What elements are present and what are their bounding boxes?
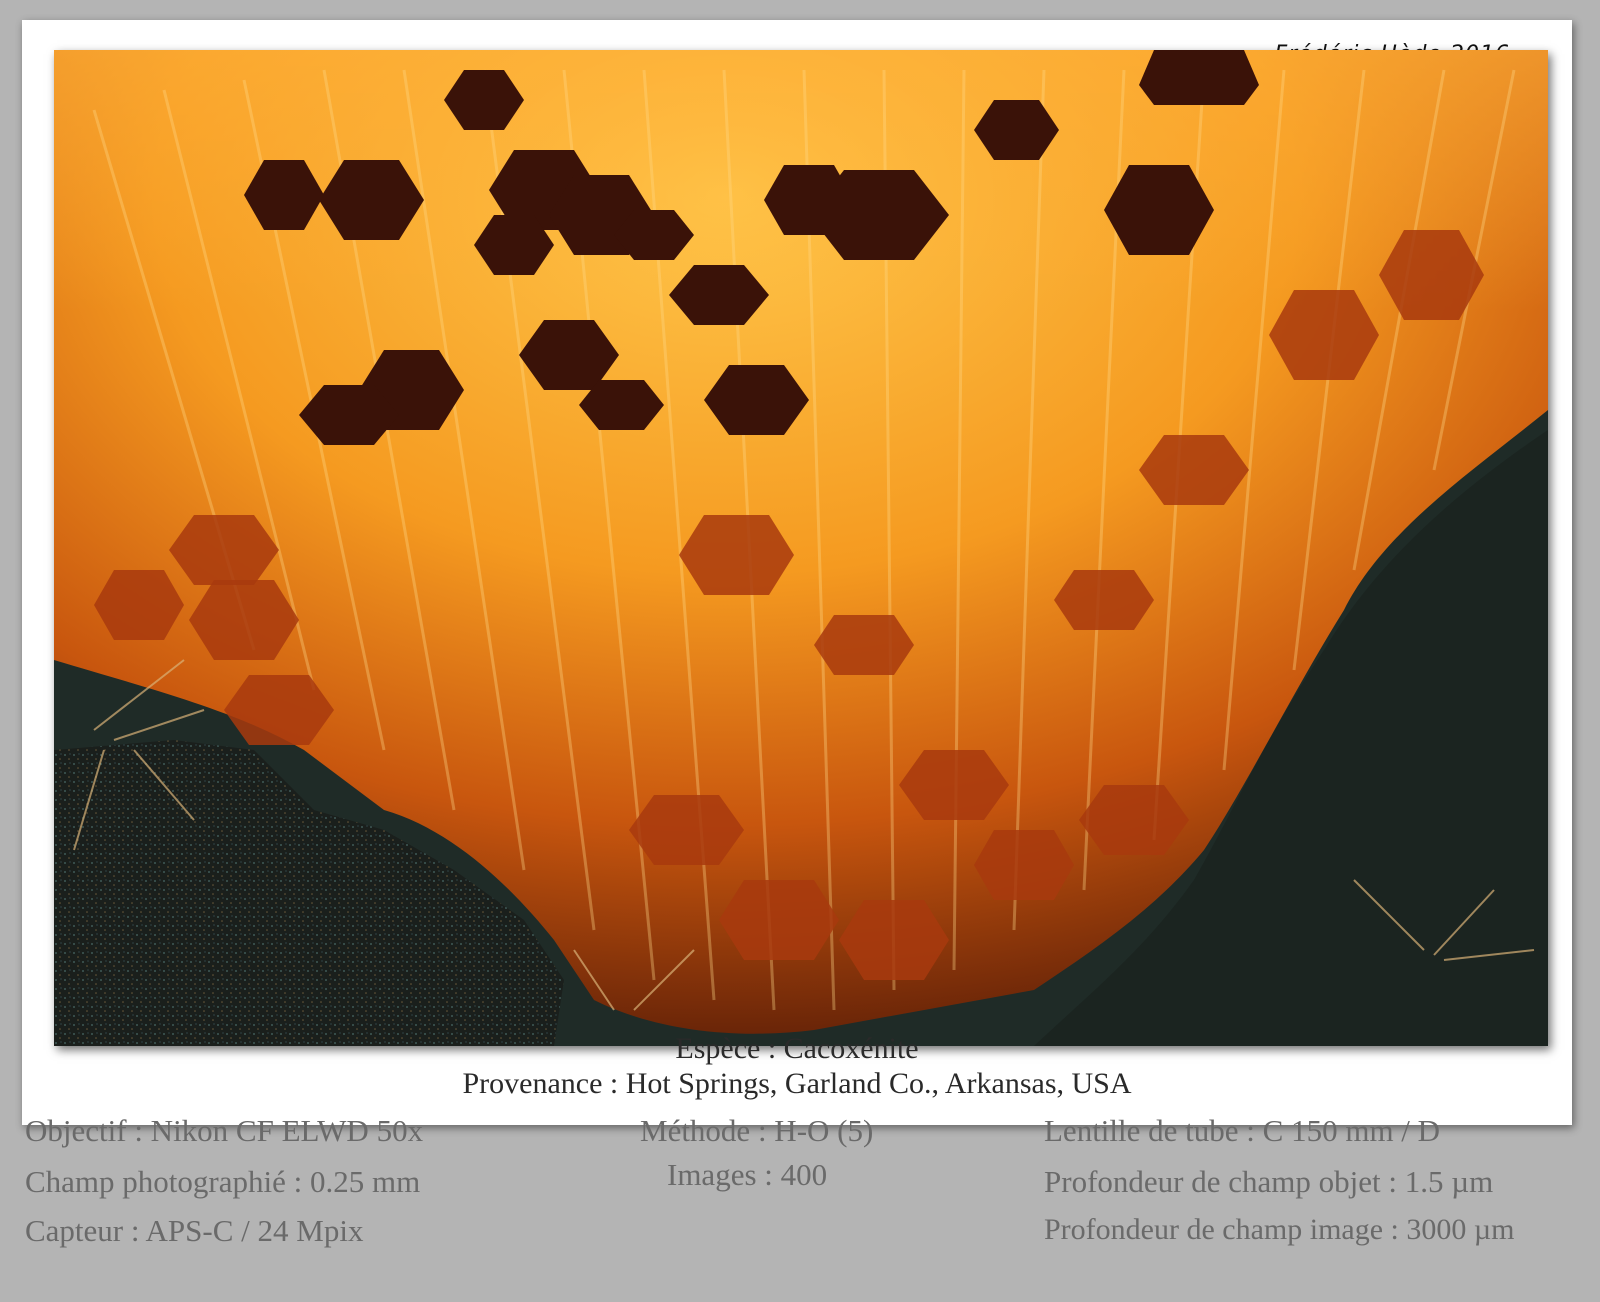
- objective-info: Objectif : Nikon CF ELWD 50x: [25, 1113, 424, 1148]
- tube-lens-info: Lentille de tube : C 150 mm / D: [1044, 1113, 1441, 1148]
- field-info: Champ photographié : 0.25 mm: [25, 1164, 421, 1199]
- photo-card: Frédéric Hède 2016: [22, 20, 1572, 1125]
- cacoxenite-crystal-image: [54, 50, 1548, 1046]
- method-info: Méthode : H-O (5): [640, 1113, 874, 1148]
- dof-object-info: Profondeur de champ objet : 1.5 µm: [1044, 1164, 1494, 1199]
- mineral-photograph: [54, 50, 1548, 1046]
- provenance-caption: Provenance : Hot Springs, Garland Co., A…: [462, 1067, 1132, 1100]
- dof-image-info: Profondeur de champ image : 3000 µm: [1044, 1213, 1515, 1246]
- images-info: Images : 400: [667, 1157, 828, 1192]
- sensor-info: Capteur : APS-C / 24 Mpix: [25, 1213, 364, 1248]
- species-caption: Espèce : Cacoxénite: [675, 1032, 919, 1065]
